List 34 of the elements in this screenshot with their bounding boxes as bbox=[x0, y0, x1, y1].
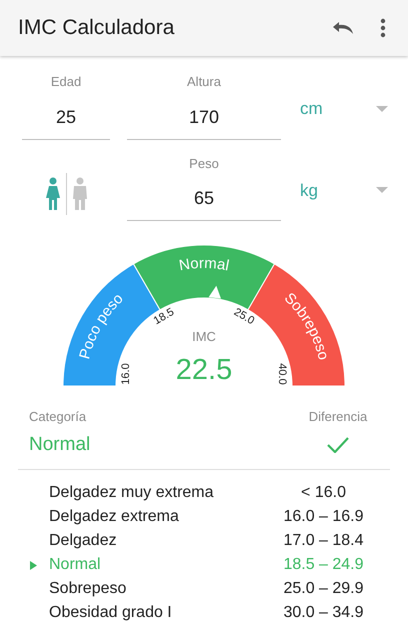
range-value: 18.5 – 24.9 bbox=[282, 555, 365, 575]
field-label: Edad bbox=[50, 73, 82, 91]
age-field[interactable]: 25 bbox=[22, 104, 110, 140]
dropdown-caret-icon[interactable] bbox=[376, 106, 388, 112]
category-name: Normal bbox=[49, 555, 102, 575]
field-label: Altura bbox=[187, 73, 221, 91]
height-field[interactable]: 170 bbox=[127, 104, 281, 140]
segment-label: Normal bbox=[178, 254, 231, 274]
category-name: Delgadez extrema bbox=[49, 507, 180, 527]
gauge-pointer bbox=[208, 286, 221, 299]
category-name: Delgadez muy extrema bbox=[49, 483, 215, 503]
range-value: 25.0 – 29.9 bbox=[282, 579, 365, 599]
range-value: 17.0 – 18.4 bbox=[282, 531, 365, 551]
category-value: Normal bbox=[29, 432, 92, 456]
scale-tick-label: 25.0 bbox=[232, 306, 256, 328]
gauge-label: IMC bbox=[192, 329, 216, 344]
column-header: Diferencia bbox=[308, 408, 368, 426]
range-value: 16.0 – 16.9 bbox=[282, 507, 365, 527]
male-figure-icon[interactable] bbox=[70, 177, 88, 211]
category-name: Delgadez bbox=[49, 531, 118, 551]
range-value: 30.0 – 34.9 bbox=[282, 603, 365, 623]
scale-tick-label: 18.5 bbox=[152, 306, 176, 328]
scale-tick-label: 16.0 bbox=[120, 363, 132, 385]
range-value: < 16.0 bbox=[300, 483, 347, 503]
female-figure-icon[interactable] bbox=[44, 177, 62, 211]
column-header: Categoría bbox=[29, 408, 88, 426]
category-name: Sobrepeso bbox=[49, 579, 128, 599]
category-name: Obesidad grado I bbox=[49, 603, 173, 623]
scale-tick-label: 40.0 bbox=[276, 363, 288, 385]
app-title: IMC Calculadora bbox=[18, 15, 174, 41]
field-label: Peso bbox=[189, 154, 219, 172]
weight-field[interactable]: 65 bbox=[127, 185, 281, 221]
bmi-value: 22.5 bbox=[176, 354, 232, 386]
dropdown-caret-icon[interactable] bbox=[376, 187, 388, 194]
